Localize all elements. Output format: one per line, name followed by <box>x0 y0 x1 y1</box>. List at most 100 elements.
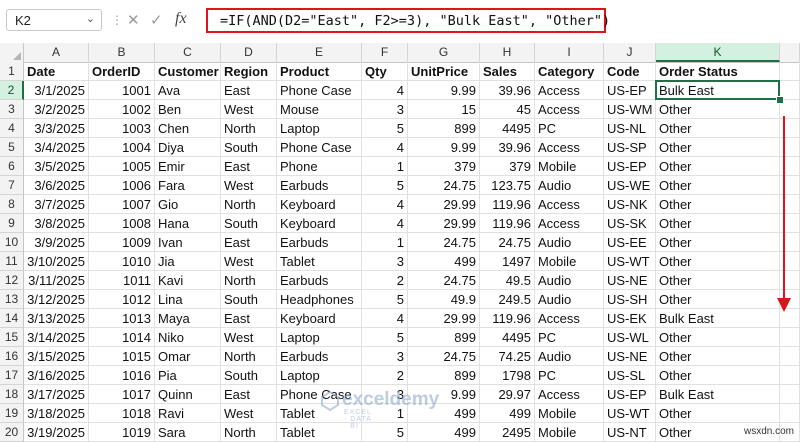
table-cell[interactable]: 499 <box>408 423 480 442</box>
table-cell[interactable]: 29.99 <box>408 309 480 328</box>
table-cell[interactable]: Other <box>656 195 780 214</box>
table-cell[interactable]: Mobile <box>535 252 604 271</box>
table-cell[interactable]: 4495 <box>480 328 535 347</box>
table-cell[interactable]: PC <box>535 328 604 347</box>
table-cell[interactable]: 499 <box>480 404 535 423</box>
table-cell[interactable]: 3/16/2025 <box>24 366 89 385</box>
table-cell[interactable]: 1001 <box>89 81 155 100</box>
column-header-d[interactable]: D <box>221 43 277 62</box>
table-cell[interactable]: US-EP <box>604 157 656 176</box>
row-header-14[interactable]: 14 <box>0 309 24 328</box>
row-header-5[interactable]: 5 <box>0 138 24 157</box>
table-cell[interactable]: Kavi <box>155 271 221 290</box>
table-cell[interactable]: Other <box>656 214 780 233</box>
table-cell[interactable]: 5 <box>362 119 408 138</box>
enter-icon[interactable]: ✓ <box>150 11 163 29</box>
table-cell[interactable]: 3/9/2025 <box>24 233 89 252</box>
table-cell[interactable]: 9.99 <box>408 81 480 100</box>
table-cell[interactable]: 29.99 <box>408 214 480 233</box>
table-cell[interactable]: 39.96 <box>480 81 535 100</box>
table-cell[interactable]: 4 <box>362 214 408 233</box>
table-cell[interactable]: Ivan <box>155 233 221 252</box>
table-cell[interactable]: 899 <box>408 328 480 347</box>
empty-cell[interactable] <box>780 328 800 347</box>
header-cell[interactable]: Category <box>535 62 604 81</box>
table-cell[interactable]: East <box>221 157 277 176</box>
table-cell[interactable]: 1011 <box>89 271 155 290</box>
table-cell[interactable]: Other <box>656 157 780 176</box>
column-header-c[interactable]: C <box>155 43 221 62</box>
table-cell[interactable]: 1012 <box>89 290 155 309</box>
row-header-12[interactable]: 12 <box>0 271 24 290</box>
table-cell[interactable]: 45 <box>480 100 535 119</box>
table-cell[interactable]: Access <box>535 385 604 404</box>
table-cell[interactable]: Other <box>656 100 780 119</box>
table-cell[interactable]: 5 <box>362 290 408 309</box>
table-cell[interactable]: Headphones <box>277 290 362 309</box>
table-cell[interactable]: Bulk East <box>656 309 780 328</box>
table-cell[interactable]: Other <box>656 290 780 309</box>
table-cell[interactable]: Earbuds <box>277 347 362 366</box>
table-cell[interactable]: Diya <box>155 138 221 157</box>
table-cell[interactable]: West <box>221 100 277 119</box>
row-header-18[interactable]: 18 <box>0 385 24 404</box>
table-cell[interactable]: 4 <box>362 195 408 214</box>
table-cell[interactable]: 4 <box>362 309 408 328</box>
table-cell[interactable]: 49.9 <box>408 290 480 309</box>
table-cell[interactable]: 3/7/2025 <box>24 195 89 214</box>
table-cell[interactable]: Access <box>535 100 604 119</box>
table-cell[interactable]: Keyboard <box>277 195 362 214</box>
table-cell[interactable]: Audio <box>535 233 604 252</box>
table-cell[interactable]: Keyboard <box>277 309 362 328</box>
column-header-b[interactable]: B <box>89 43 155 62</box>
header-cell[interactable]: Order Status <box>656 62 780 81</box>
table-cell[interactable]: Omar <box>155 347 221 366</box>
table-cell[interactable]: 39.96 <box>480 138 535 157</box>
table-cell[interactable]: 4495 <box>480 119 535 138</box>
table-cell[interactable]: US-EP <box>604 385 656 404</box>
table-cell[interactable]: 1014 <box>89 328 155 347</box>
row-header-20[interactable]: 20 <box>0 423 24 442</box>
table-cell[interactable]: Earbuds <box>277 233 362 252</box>
table-cell[interactable]: 3 <box>362 347 408 366</box>
table-cell[interactable]: 3/5/2025 <box>24 157 89 176</box>
table-cell[interactable]: Pia <box>155 366 221 385</box>
table-cell[interactable]: Fara <box>155 176 221 195</box>
table-cell[interactable]: 1008 <box>89 214 155 233</box>
table-cell[interactable]: 24.75 <box>480 233 535 252</box>
table-cell[interactable]: Bulk East <box>656 81 780 100</box>
row-header-13[interactable]: 13 <box>0 290 24 309</box>
drag-handle-icon[interactable]: ⋮ <box>111 13 123 27</box>
table-cell[interactable]: 49.5 <box>480 271 535 290</box>
row-header-9[interactable]: 9 <box>0 214 24 233</box>
table-cell[interactable]: Emir <box>155 157 221 176</box>
table-cell[interactable]: 1 <box>362 157 408 176</box>
table-cell[interactable]: North <box>221 271 277 290</box>
table-cell[interactable]: 29.99 <box>408 195 480 214</box>
column-header-h[interactable]: H <box>480 43 535 62</box>
table-cell[interactable]: Jia <box>155 252 221 271</box>
table-cell[interactable]: East <box>221 233 277 252</box>
table-cell[interactable]: Laptop <box>277 366 362 385</box>
table-cell[interactable]: West <box>221 252 277 271</box>
table-cell[interactable]: US-NK <box>604 195 656 214</box>
table-cell[interactable]: 24.75 <box>408 271 480 290</box>
table-cell[interactable]: 15 <box>408 100 480 119</box>
table-cell[interactable]: US-NL <box>604 119 656 138</box>
table-cell[interactable]: PC <box>535 366 604 385</box>
table-cell[interactable]: North <box>221 347 277 366</box>
table-cell[interactable]: Ava <box>155 81 221 100</box>
table-cell[interactable]: Other <box>656 176 780 195</box>
row-header-15[interactable]: 15 <box>0 328 24 347</box>
table-cell[interactable]: 3/4/2025 <box>24 138 89 157</box>
column-header-k[interactable]: K <box>656 43 780 62</box>
table-cell[interactable]: Earbuds <box>277 176 362 195</box>
table-cell[interactable]: US-EK <box>604 309 656 328</box>
table-cell[interactable]: Gio <box>155 195 221 214</box>
table-cell[interactable]: 3/1/2025 <box>24 81 89 100</box>
table-cell[interactable]: 3 <box>362 252 408 271</box>
table-cell[interactable]: Ravi <box>155 404 221 423</box>
table-cell[interactable]: Audio <box>535 290 604 309</box>
insert-function-icon[interactable]: fx <box>175 10 187 28</box>
table-cell[interactable]: Laptop <box>277 328 362 347</box>
